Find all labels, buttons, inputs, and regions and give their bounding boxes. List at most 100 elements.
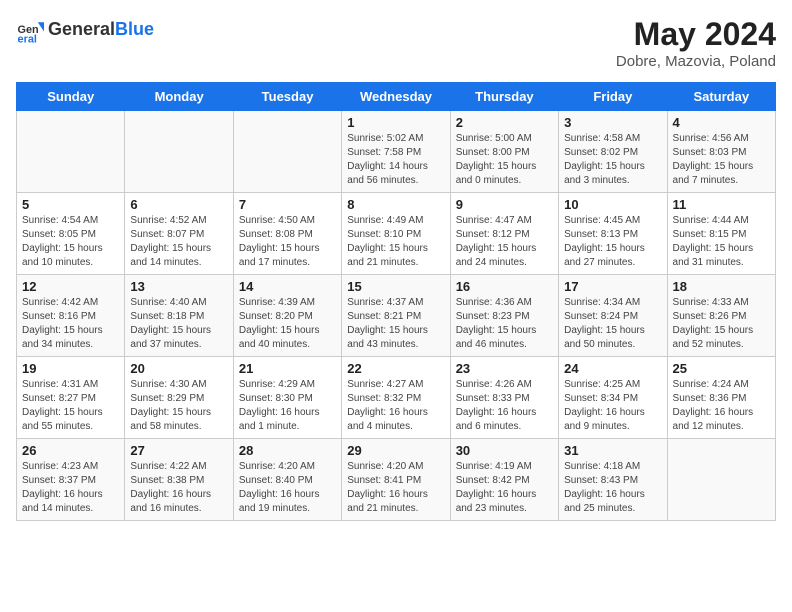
title-block: May 2024 Dobre, Mazovia, Poland [616, 16, 776, 70]
calendar-cell: 15 Sunrise: 4:37 AM Sunset: 8:21 PM Dayli… [342, 275, 450, 357]
cell-info: Sunrise: 4:45 AM Sunset: 8:13 PM Dayligh… [564, 214, 661, 270]
calendar-header-row: SundayMondayTuesdayWednesdayThursdayFrid… [17, 83, 776, 111]
day-number: 23 [456, 361, 553, 376]
day-number: 5 [22, 197, 119, 212]
calendar-cell: 30 Sunrise: 4:19 AM Sunset: 8:42 PM Dayli… [450, 439, 558, 521]
calendar-cell: 22 Sunrise: 4:27 AM Sunset: 8:32 PM Dayli… [342, 357, 450, 439]
calendar-cell: 25 Sunrise: 4:24 AM Sunset: 8:36 PM Dayli… [667, 357, 775, 439]
day-number: 21 [239, 361, 336, 376]
column-header-tuesday: Tuesday [233, 83, 341, 111]
calendar-cell: 8 Sunrise: 4:49 AM Sunset: 8:10 PM Daylig… [342, 193, 450, 275]
column-header-monday: Monday [125, 83, 233, 111]
cell-info: Sunrise: 4:27 AM Sunset: 8:32 PM Dayligh… [347, 378, 444, 434]
cell-info: Sunrise: 4:40 AM Sunset: 8:18 PM Dayligh… [130, 296, 227, 352]
calendar-cell [17, 111, 125, 193]
cell-info: Sunrise: 4:29 AM Sunset: 8:30 PM Dayligh… [239, 378, 336, 434]
cell-info: Sunrise: 4:30 AM Sunset: 8:29 PM Dayligh… [130, 378, 227, 434]
calendar-week-row: 19 Sunrise: 4:31 AM Sunset: 8:27 PM Dayli… [17, 357, 776, 439]
cell-info: Sunrise: 4:34 AM Sunset: 8:24 PM Dayligh… [564, 296, 661, 352]
calendar-cell: 1Sunrise: 5:02 AM Sunset: 7:58 PM Daylig… [342, 111, 450, 193]
cell-info: Sunrise: 4:42 AM Sunset: 8:16 PM Dayligh… [22, 296, 119, 352]
calendar-table: SundayMondayTuesdayWednesdayThursdayFrid… [16, 82, 776, 521]
day-number: 19 [22, 361, 119, 376]
calendar-cell: 14Sunrise: 4:39 AM Sunset: 8:20 PM Dayli… [233, 275, 341, 357]
cell-info: Sunrise: 4:36 AM Sunset: 8:23 PM Dayligh… [456, 296, 553, 352]
day-number: 12 [22, 279, 119, 294]
cell-info: Sunrise: 4:20 AM Sunset: 8:41 PM Dayligh… [347, 460, 444, 516]
cell-info: Sunrise: 4:50 AM Sunset: 8:08 PM Dayligh… [239, 214, 336, 270]
logo-icon: Gen eral [16, 16, 44, 44]
cell-info: Sunrise: 4:18 AM Sunset: 8:43 PM Dayligh… [564, 460, 661, 516]
calendar-week-row: 26Sunrise: 4:23 AM Sunset: 8:37 PM Dayli… [17, 439, 776, 521]
calendar-cell: 24Sunrise: 4:25 AM Sunset: 8:34 PM Dayli… [559, 357, 667, 439]
day-number: 9 [456, 197, 553, 212]
calendar-cell: 29Sunrise: 4:20 AM Sunset: 8:41 PM Dayli… [342, 439, 450, 521]
column-header-sunday: Sunday [17, 83, 125, 111]
cell-info: Sunrise: 5:00 AM Sunset: 8:00 PM Dayligh… [456, 132, 553, 188]
cell-info: Sunrise: 4:52 AM Sunset: 8:07 PM Dayligh… [130, 214, 227, 270]
month-title: May 2024 [616, 16, 776, 53]
cell-info: Sunrise: 5:02 AM Sunset: 7:58 PM Dayligh… [347, 132, 444, 188]
cell-info: Sunrise: 4:44 AM Sunset: 8:15 PM Dayligh… [673, 214, 770, 270]
day-number: 28 [239, 443, 336, 458]
day-number: 10 [564, 197, 661, 212]
day-number: 11 [673, 197, 770, 212]
day-number: 2 [456, 115, 553, 130]
calendar-cell: 12 Sunrise: 4:42 AM Sunset: 8:16 PM Dayli… [17, 275, 125, 357]
calendar-cell: 13 Sunrise: 4:40 AM Sunset: 8:18 PM Dayli… [125, 275, 233, 357]
cell-info: Sunrise: 4:37 AM Sunset: 8:21 PM Dayligh… [347, 296, 444, 352]
cell-info: Sunrise: 4:54 AM Sunset: 8:05 PM Dayligh… [22, 214, 119, 270]
column-header-thursday: Thursday [450, 83, 558, 111]
day-number: 13 [130, 279, 227, 294]
day-number: 15 [347, 279, 444, 294]
day-number: 27 [130, 443, 227, 458]
calendar-cell [125, 111, 233, 193]
logo-text: GeneralBlue [48, 20, 154, 40]
cell-info: Sunrise: 4:49 AM Sunset: 8:10 PM Dayligh… [347, 214, 444, 270]
cell-info: Sunrise: 4:58 AM Sunset: 8:02 PM Dayligh… [564, 132, 661, 188]
location: Dobre, Mazovia, Poland [616, 53, 776, 70]
calendar-cell: 17 Sunrise: 4:34 AM Sunset: 8:24 PM Dayli… [559, 275, 667, 357]
calendar-cell: 6 Sunrise: 4:52 AM Sunset: 8:07 PM Daylig… [125, 193, 233, 275]
calendar-cell: 3Sunrise: 4:58 AM Sunset: 8:02 PM Daylig… [559, 111, 667, 193]
day-number: 31 [564, 443, 661, 458]
cell-info: Sunrise: 4:26 AM Sunset: 8:33 PM Dayligh… [456, 378, 553, 434]
logo: Gen eral GeneralBlue [16, 16, 154, 44]
cell-info: Sunrise: 4:24 AM Sunset: 8:36 PM Dayligh… [673, 378, 770, 434]
calendar-cell: 31 Sunrise: 4:18 AM Sunset: 8:43 PM Dayli… [559, 439, 667, 521]
day-number: 25 [673, 361, 770, 376]
day-number: 16 [456, 279, 553, 294]
calendar-cell: 26Sunrise: 4:23 AM Sunset: 8:37 PM Dayli… [17, 439, 125, 521]
day-number: 8 [347, 197, 444, 212]
calendar-body: 1Sunrise: 5:02 AM Sunset: 7:58 PM Daylig… [17, 111, 776, 521]
cell-info: Sunrise: 4:56 AM Sunset: 8:03 PM Dayligh… [673, 132, 770, 188]
calendar-cell: 7 Sunrise: 4:50 AM Sunset: 8:08 PM Daylig… [233, 193, 341, 275]
calendar-cell: 4 Sunrise: 4:56 AM Sunset: 8:03 PM Daylig… [667, 111, 775, 193]
svg-text:eral: eral [18, 33, 37, 44]
calendar-week-row: 5 Sunrise: 4:54 AM Sunset: 8:05 PM Daylig… [17, 193, 776, 275]
day-number: 30 [456, 443, 553, 458]
day-number: 6 [130, 197, 227, 212]
day-number: 7 [239, 197, 336, 212]
day-number: 18 [673, 279, 770, 294]
day-number: 26 [22, 443, 119, 458]
calendar-cell: 11 Sunrise: 4:44 AM Sunset: 8:15 PM Dayli… [667, 193, 775, 275]
column-header-friday: Friday [559, 83, 667, 111]
calendar-cell: 19 Sunrise: 4:31 AM Sunset: 8:27 PM Dayli… [17, 357, 125, 439]
calendar-cell: 10 Sunrise: 4:45 AM Sunset: 8:13 PM Dayli… [559, 193, 667, 275]
calendar-cell: 16 Sunrise: 4:36 AM Sunset: 8:23 PM Dayli… [450, 275, 558, 357]
calendar-cell: 21 Sunrise: 4:29 AM Sunset: 8:30 PM Dayli… [233, 357, 341, 439]
day-number: 14 [239, 279, 336, 294]
column-header-saturday: Saturday [667, 83, 775, 111]
cell-info: Sunrise: 4:25 AM Sunset: 8:34 PM Dayligh… [564, 378, 661, 434]
column-header-wednesday: Wednesday [342, 83, 450, 111]
cell-info: Sunrise: 4:33 AM Sunset: 8:26 PM Dayligh… [673, 296, 770, 352]
calendar-cell: 20Sunrise: 4:30 AM Sunset: 8:29 PM Dayli… [125, 357, 233, 439]
calendar-cell: 9Sunrise: 4:47 AM Sunset: 8:12 PM Daylig… [450, 193, 558, 275]
day-number: 22 [347, 361, 444, 376]
calendar-cell: 27Sunrise: 4:22 AM Sunset: 8:38 PM Dayli… [125, 439, 233, 521]
day-number: 4 [673, 115, 770, 130]
day-number: 17 [564, 279, 661, 294]
cell-info: Sunrise: 4:19 AM Sunset: 8:42 PM Dayligh… [456, 460, 553, 516]
cell-info: Sunrise: 4:31 AM Sunset: 8:27 PM Dayligh… [22, 378, 119, 434]
